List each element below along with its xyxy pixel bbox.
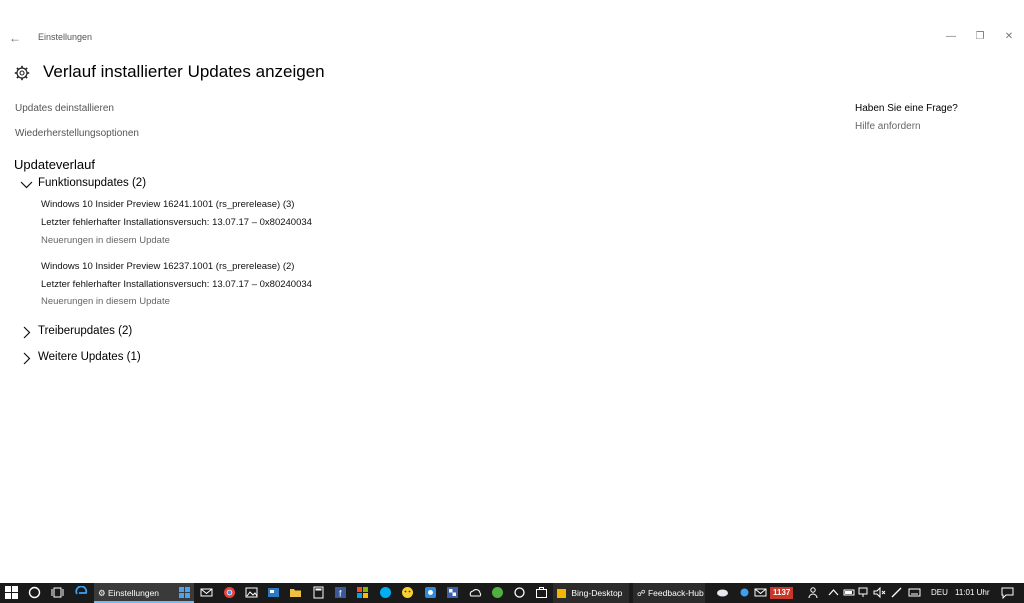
chevron-right-icon (23, 352, 31, 365)
task-view-icon[interactable] (51, 586, 64, 599)
bing-icon (557, 589, 566, 599)
news-icon[interactable] (267, 586, 280, 599)
title-bar: ← Einstellungen — ❐ ✕ (0, 26, 1024, 50)
chevron-up-icon[interactable] (827, 586, 840, 599)
folder-icon[interactable] (289, 586, 302, 599)
taskbar-bing-desktop-app[interactable]: Bing-Desktop (553, 583, 629, 603)
taskbar-bing-label: Bing-Desktop (571, 588, 623, 598)
gear-icon (14, 65, 30, 81)
app-sync-icon[interactable] (513, 586, 526, 599)
minimize-button[interactable]: — (944, 30, 958, 44)
feature-updates-label: Funktionsupdates (2) (38, 177, 147, 189)
page-title: Verlauf installierter Updates anzeigen (43, 62, 325, 81)
taskbar-clock[interactable]: 11:01 Uhr (955, 583, 990, 603)
network-icon[interactable] (858, 586, 871, 599)
other-updates-label: Weitere Updates (1) (38, 351, 141, 363)
briefcase-icon[interactable] (535, 586, 548, 599)
skype-icon[interactable] (379, 586, 392, 599)
taskbar: ⚙ Einstellungen f Bing-Desktop ☍ Feedbac… (0, 583, 1024, 603)
keyboard-icon[interactable] (908, 586, 921, 599)
app-checker-icon[interactable] (446, 586, 459, 599)
close-button[interactable]: ✕ (1002, 30, 1016, 44)
update-name: Windows 10 Insider Preview 16241.1001 (r… (41, 199, 295, 210)
onedrive-icon[interactable] (469, 586, 482, 599)
volume-muted-icon[interactable] (873, 586, 886, 599)
help-question: Haben Sie eine Frage? (855, 103, 958, 114)
feedback-icon: ☍ (637, 588, 646, 598)
chevron-down-icon (20, 181, 33, 189)
gear-icon: ⚙ (98, 588, 106, 598)
people-icon[interactable] (808, 586, 821, 599)
update-status: Letzter fehlerhafter Installationsversuc… (41, 279, 312, 290)
recovery-options-link[interactable]: Wiederherstellungsoptionen (15, 128, 139, 139)
edge-browser-icon[interactable] (75, 586, 88, 599)
store-icon[interactable] (356, 586, 369, 599)
chevron-right-icon (23, 326, 31, 339)
windows-app-icon[interactable] (178, 586, 191, 599)
back-arrow-icon[interactable]: ← (9, 31, 23, 45)
battery-icon[interactable] (843, 586, 856, 599)
update-history-heading: Updateverlauf (14, 157, 95, 172)
get-help-link[interactable]: Hilfe anfordern (855, 121, 921, 132)
chrome-icon[interactable] (223, 586, 236, 599)
action-center-icon[interactable] (1001, 586, 1014, 599)
driver-updates-label: Treiberupdates (2) (38, 325, 133, 337)
app-blue-icon[interactable] (424, 586, 437, 599)
update-status: Letzter fehlerhafter Installationsversuc… (41, 217, 312, 228)
xbox-icon[interactable] (491, 586, 504, 599)
mail-icon[interactable] (200, 586, 213, 599)
input-language[interactable]: DEU (931, 583, 948, 603)
network-app-icon[interactable] (738, 586, 751, 599)
windows-start-icon[interactable] (5, 586, 18, 599)
uninstall-updates-link[interactable]: Updates deinstallieren (15, 103, 114, 114)
mail-notification-icon[interactable] (754, 586, 767, 599)
whats-new-link[interactable]: Neuerungen in diesem Update (41, 235, 170, 246)
cortana-icon[interactable] (28, 586, 41, 599)
update-name: Windows 10 Insider Preview 16237.1001 (r… (41, 261, 295, 272)
taskbar-feedback-hub-app[interactable]: ☍ Feedback-Hub (633, 583, 705, 603)
photos-icon[interactable] (245, 586, 258, 599)
maximize-button[interactable]: ❐ (973, 30, 987, 44)
mail-count-badge: 1137 (770, 587, 794, 599)
cloud-app-icon[interactable] (716, 586, 729, 599)
window-title: Einstellungen (38, 32, 93, 42)
facebook-icon[interactable]: f (334, 586, 347, 599)
taskbar-settings-label: Einstellungen (108, 588, 160, 598)
pen-icon[interactable] (890, 586, 903, 599)
taskbar-feedback-label: Feedback-Hub (647, 588, 704, 598)
calculator-icon[interactable] (312, 586, 325, 599)
emoji-app-icon[interactable] (401, 586, 414, 599)
whats-new-link[interactable]: Neuerungen in diesem Update (41, 296, 170, 307)
